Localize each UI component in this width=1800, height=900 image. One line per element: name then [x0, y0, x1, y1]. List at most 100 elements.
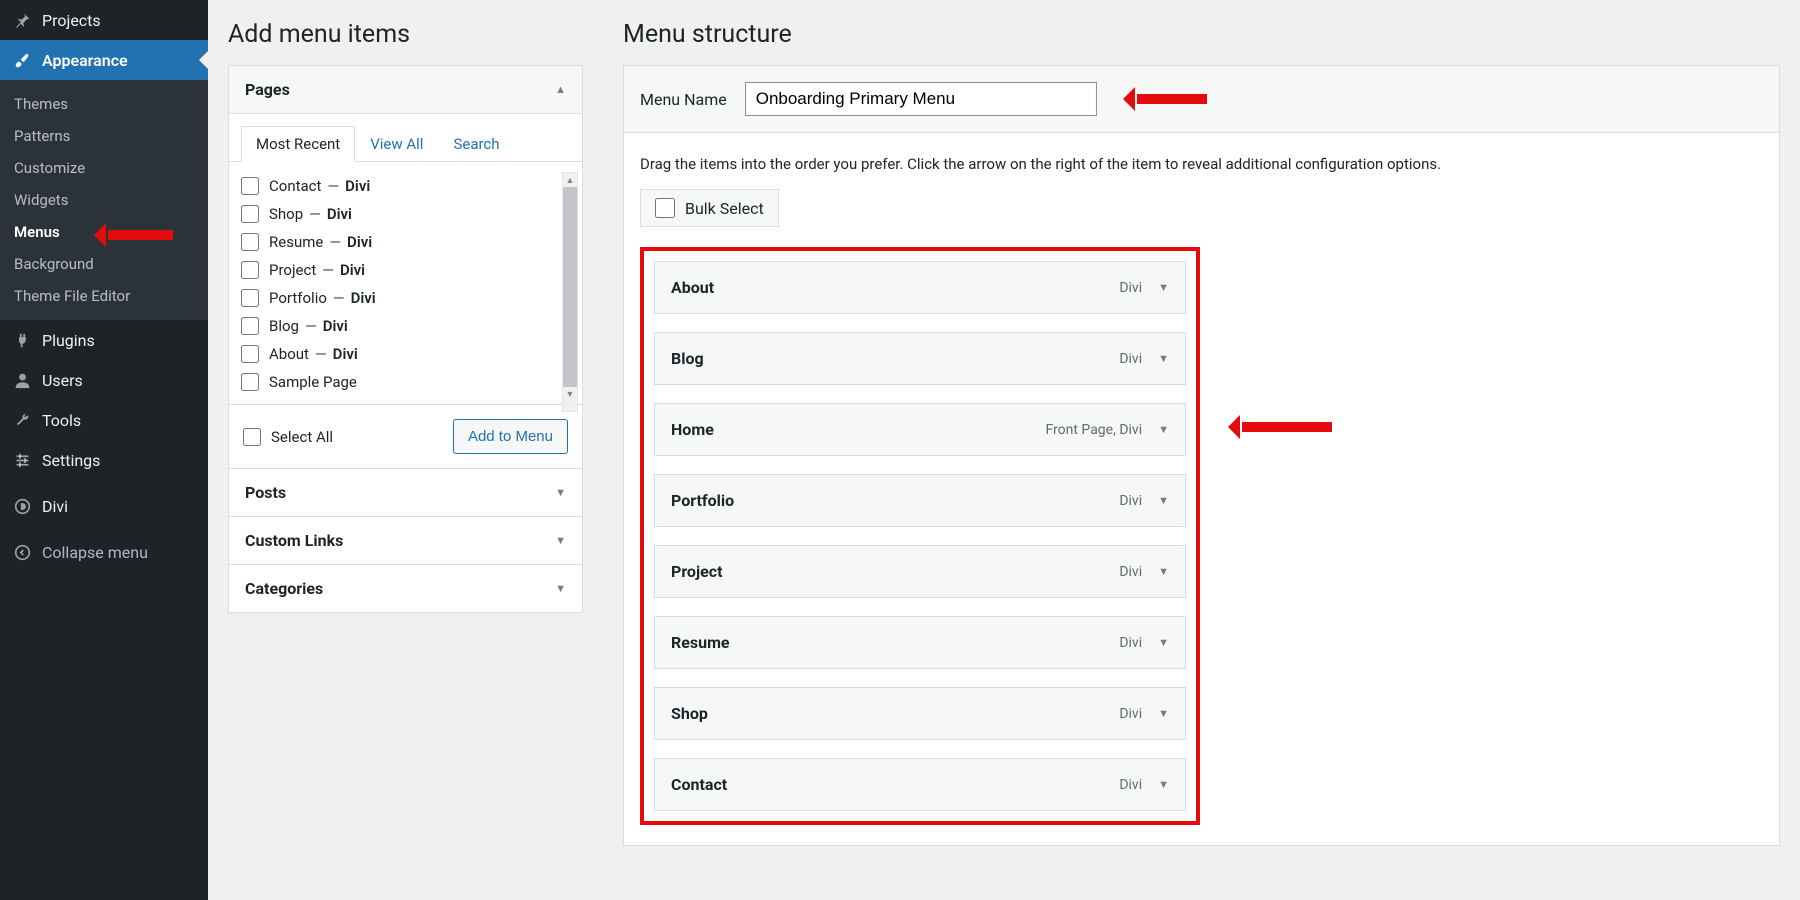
pages-accordion: Pages ▲ Most Recent View All Search Cont… — [228, 65, 583, 469]
page-row[interactable]: Resume—Divi — [241, 228, 550, 256]
sidebar-item-settings[interactable]: Settings — [0, 440, 208, 480]
sidebar-item-divi[interactable]: Divi — [0, 486, 208, 526]
menu-name-input[interactable] — [745, 82, 1097, 116]
menu-item[interactable]: Blog Divi▼ — [654, 332, 1186, 385]
pages-heading: Pages — [245, 80, 290, 99]
submenu-patterns[interactable]: Patterns — [0, 120, 208, 152]
chevron-down-icon[interactable]: ▼ — [1158, 494, 1169, 507]
page-row[interactable]: Project—Divi — [241, 256, 550, 284]
bulk-select-label: Bulk Select — [685, 199, 764, 218]
add-to-menu-button[interactable]: Add to Menu — [453, 419, 568, 454]
submenu-widgets[interactable]: Widgets — [0, 184, 208, 216]
page-checkbox[interactable] — [241, 233, 259, 251]
menu-structure-title: Menu structure — [623, 0, 1780, 65]
page-checkbox[interactable] — [241, 205, 259, 223]
sidebar-label: Settings — [42, 451, 100, 470]
sliders-icon — [12, 450, 32, 470]
page-checkbox[interactable] — [241, 177, 259, 195]
bulk-select-checkbox[interactable] — [655, 198, 675, 218]
menu-item[interactable]: Resume Divi▼ — [654, 616, 1186, 669]
posts-accordion: Posts ▼ — [228, 468, 583, 517]
sidebar-label: Appearance — [42, 51, 128, 70]
categories-accordion-head[interactable]: Categories ▼ — [229, 565, 582, 612]
pages-list: Contact—Divi Shop—Divi Resume—Divi Proje… — [229, 162, 582, 404]
menu-items-highlight: About Divi▼ Blog Divi▼ Home Front Page, … — [640, 247, 1200, 825]
chevron-down-icon[interactable]: ▼ — [1158, 281, 1169, 294]
caret-down-icon: ▼ — [555, 582, 566, 595]
page-checkbox[interactable] — [241, 373, 259, 391]
bulk-select-toggle[interactable]: Bulk Select — [640, 189, 779, 227]
chevron-down-icon[interactable]: ▼ — [1158, 707, 1169, 720]
page-checkbox[interactable] — [241, 261, 259, 279]
sidebar-item-users[interactable]: Users — [0, 360, 208, 400]
tab-search[interactable]: Search — [438, 126, 514, 162]
add-menu-items-title: Add menu items — [228, 0, 583, 65]
sidebar-label: Divi — [42, 497, 68, 516]
brush-icon — [12, 50, 32, 70]
scroll-down-icon[interactable]: ▼ — [563, 387, 577, 401]
add-menu-items-column: Add menu items Pages ▲ Most Recent View … — [208, 0, 603, 900]
collapse-menu-button[interactable]: Collapse menu — [0, 532, 208, 572]
page-checkbox[interactable] — [241, 317, 259, 335]
admin-sidebar: Projects Appearance Themes Patterns Cust… — [0, 0, 208, 900]
scroll-thumb[interactable] — [563, 187, 577, 387]
menu-item[interactable]: Home Front Page, Divi▼ — [654, 403, 1186, 456]
caret-down-icon: ▼ — [555, 486, 566, 499]
sidebar-item-appearance[interactable]: Appearance — [0, 40, 208, 80]
page-row[interactable]: Shop—Divi — [241, 200, 550, 228]
menu-item[interactable]: Shop Divi▼ — [654, 687, 1186, 740]
chevron-down-icon[interactable]: ▼ — [1158, 352, 1169, 365]
caret-up-icon: ▲ — [555, 83, 566, 96]
scrollbar[interactable]: ▲ ▼ — [562, 172, 578, 412]
instructions-text: Drag the items into the order you prefer… — [640, 155, 1763, 173]
menu-item[interactable]: About Divi▼ — [654, 261, 1186, 314]
sidebar-item-tools[interactable]: Tools — [0, 400, 208, 440]
page-row[interactable]: Sample Page — [241, 368, 550, 396]
pages-accordion-head[interactable]: Pages ▲ — [229, 66, 582, 114]
caret-down-icon: ▼ — [555, 534, 566, 547]
custom-links-accordion-head[interactable]: Custom Links ▼ — [229, 517, 582, 564]
sidebar-item-projects[interactable]: Projects — [0, 0, 208, 40]
circle-d-icon — [12, 496, 32, 516]
page-row[interactable]: Contact—Divi — [241, 172, 550, 200]
select-all-checkbox[interactable] — [243, 428, 261, 446]
categories-accordion: Categories ▼ — [228, 564, 583, 613]
chevron-down-icon[interactable]: ▼ — [1158, 423, 1169, 436]
chevron-down-icon[interactable]: ▼ — [1158, 565, 1169, 578]
tab-most-recent[interactable]: Most Recent — [241, 126, 355, 162]
page-checkbox[interactable] — [241, 289, 259, 307]
sidebar-label: Plugins — [42, 331, 95, 350]
user-icon — [12, 370, 32, 390]
collapse-icon — [12, 542, 32, 562]
chevron-down-icon[interactable]: ▼ — [1158, 636, 1169, 649]
custom-links-accordion: Custom Links ▼ — [228, 516, 583, 565]
menu-structure-body: Drag the items into the order you prefer… — [623, 133, 1780, 846]
page-row[interactable]: About—Divi — [241, 340, 550, 368]
submenu-customize[interactable]: Customize — [0, 152, 208, 184]
sidebar-item-plugins[interactable]: Plugins — [0, 320, 208, 360]
sidebar-label: Users — [42, 371, 83, 390]
chevron-down-icon[interactable]: ▼ — [1158, 778, 1169, 791]
pages-tabs: Most Recent View All Search — [229, 114, 582, 162]
page-row[interactable]: Portfolio—Divi — [241, 284, 550, 312]
submenu-background[interactable]: Background — [0, 248, 208, 280]
menu-item[interactable]: Portfolio Divi▼ — [654, 474, 1186, 527]
posts-accordion-head[interactable]: Posts ▼ — [229, 469, 582, 516]
scroll-up-icon[interactable]: ▲ — [563, 173, 577, 187]
annotation-arrow-menu-name — [1125, 89, 1215, 109]
sidebar-label: Tools — [42, 411, 81, 430]
menu-item[interactable]: Project Divi▼ — [654, 545, 1186, 598]
page-row[interactable]: Blog—Divi — [241, 312, 550, 340]
submenu-theme-file-editor[interactable]: Theme File Editor — [0, 280, 208, 312]
appearance-submenu: Themes Patterns Customize Widgets Menus … — [0, 80, 208, 320]
sidebar-label: Projects — [42, 11, 101, 30]
menu-item[interactable]: Contact Divi▼ — [654, 758, 1186, 811]
page-checkbox[interactable] — [241, 345, 259, 363]
annotation-arrow-menu-list — [1230, 417, 1340, 437]
wrench-icon — [12, 410, 32, 430]
select-all-row[interactable]: Select All — [243, 428, 333, 446]
tab-view-all[interactable]: View All — [355, 126, 438, 162]
submenu-themes[interactable]: Themes — [0, 88, 208, 120]
annotation-arrow-menus — [96, 225, 181, 245]
submenu-menus[interactable]: Menus — [0, 216, 208, 248]
